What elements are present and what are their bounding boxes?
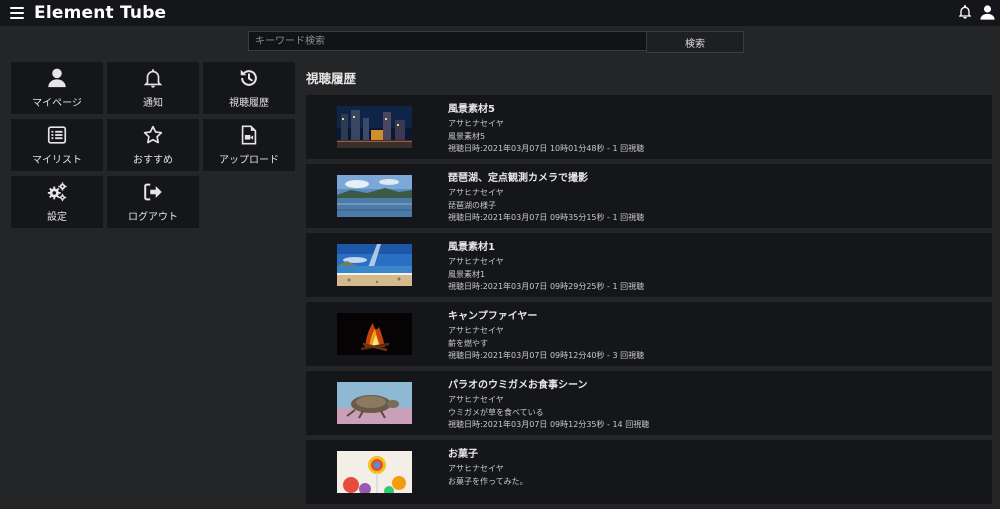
video-description: 風景素材1: [448, 269, 486, 279]
menu-item-label: おすすめ: [133, 155, 173, 166]
watch-info: 視聴日時:2021年03月07日 09時29分25秒 - 1 回視聴: [448, 282, 645, 291]
menu-item-settings[interactable]: 設定: [11, 176, 103, 228]
watch-info: 視聴日時:2021年03月07日 09時12分40秒 - 3 回視聴: [448, 351, 645, 360]
file-video-icon: [241, 125, 257, 145]
sign-out-icon: [144, 183, 162, 201]
history-item[interactable]: キャンプファイヤー アサヒナセイヤ 薪を燃やす 視聴日時:2021年03月07日…: [306, 302, 992, 366]
menu-item-mypage[interactable]: マイページ: [11, 62, 103, 114]
video-title[interactable]: 風景素材1: [448, 241, 644, 254]
menu-item-history[interactable]: 視聴履歴: [203, 62, 295, 114]
video-title[interactable]: キャンプファイヤー: [448, 310, 644, 323]
video-author: アサヒナセイヤ: [448, 257, 504, 266]
video-author: アサヒナセイヤ: [448, 395, 504, 404]
video-thumbnail[interactable]: [337, 451, 412, 493]
video-description: お菓子を作ってみた。: [448, 476, 528, 486]
video-title[interactable]: お菓子: [448, 448, 528, 461]
user-icon: [48, 68, 66, 88]
history-list: 風景素材5 アサヒナセイヤ 風景素材5 視聴日時:2021年03月07日 10時…: [306, 95, 992, 509]
video-title[interactable]: パラオのウミガメお食事シーン: [448, 379, 649, 392]
app-title[interactable]: Element Tube: [34, 3, 166, 23]
video-description: ウミガメが草を食べている: [448, 407, 544, 417]
top-bar: Element Tube: [0, 0, 1000, 26]
menu-item-recommended[interactable]: おすすめ: [107, 119, 199, 171]
video-description: 薪を燃やす: [448, 338, 488, 348]
list-icon: [47, 126, 67, 144]
menu-item-logout[interactable]: ログアウト: [107, 176, 199, 228]
video-description: 風景素材5: [448, 131, 486, 141]
search-button[interactable]: 検索: [646, 31, 744, 53]
menu-item-label: マイページ: [32, 98, 82, 109]
watch-info: 視聴日時:2021年03月07日 10時01分48秒 - 1 回視聴: [448, 144, 645, 153]
menu-item-upload[interactable]: アップロード: [203, 119, 295, 171]
history-item[interactable]: 風景素材5 アサヒナセイヤ 風景素材5 視聴日時:2021年03月07日 10時…: [306, 95, 992, 159]
video-author: アサヒナセイヤ: [448, 119, 504, 128]
history-icon: [240, 69, 257, 86]
history-item[interactable]: 風景素材1 アサヒナセイヤ 風景素材1 視聴日時:2021年03月07日 09時…: [306, 233, 992, 297]
watch-info: 視聴日時:2021年03月07日 09時12分35秒 - 14 回視聴: [448, 420, 650, 429]
history-item[interactable]: パラオのウミガメお食事シーン アサヒナセイヤ ウミガメが草を食べている 視聴日時…: [306, 371, 992, 435]
video-author: アサヒナセイヤ: [448, 326, 504, 335]
menu-item-label: 視聴履歴: [229, 98, 269, 109]
watch-info: 視聴日時:2021年03月07日 09時35分15秒 - 1 回視聴: [448, 213, 645, 222]
search-input[interactable]: [248, 31, 646, 51]
user-icon[interactable]: [978, 3, 996, 21]
history-item[interactable]: お菓子 アサヒナセイヤ お菓子を作ってみた。: [306, 440, 992, 504]
history-item[interactable]: 琵琶湖、定点観測カメラで撮影 アサヒナセイヤ 琵琶湖の様子 視聴日時:2021年…: [306, 164, 992, 228]
video-author: アサヒナセイヤ: [448, 464, 504, 473]
video-title[interactable]: 風景素材5: [448, 103, 644, 116]
top-right-actions: [956, 3, 996, 21]
video-thumbnail[interactable]: [337, 175, 412, 217]
video-author: アサヒナセイヤ: [448, 188, 504, 197]
menu-item-mylist[interactable]: マイリスト: [11, 119, 103, 171]
search-bar: 検索: [248, 31, 744, 53]
menu-icon[interactable]: [10, 7, 24, 19]
star-icon: [143, 125, 163, 144]
menu-item-label: 設定: [47, 212, 67, 223]
menu-item-label: アップロード: [219, 155, 279, 166]
bell-icon: [143, 69, 163, 88]
page-title: 視聴履歴: [306, 71, 357, 86]
menu-item-notifications[interactable]: 通知: [107, 62, 199, 114]
gears-icon: [47, 182, 67, 202]
menu-item-label: ログアウト: [128, 212, 178, 223]
video-thumbnail[interactable]: [337, 382, 412, 424]
video-thumbnail[interactable]: [337, 244, 412, 286]
video-description: 琵琶湖の様子: [448, 200, 496, 210]
menu-grid: マイページ 通知 視聴履歴 マイリスト おすすめ アップロード 設定 ログアウト: [11, 62, 295, 228]
bell-icon[interactable]: [956, 3, 974, 21]
video-thumbnail[interactable]: [337, 106, 412, 148]
video-title[interactable]: 琵琶湖、定点観測カメラで撮影: [448, 172, 644, 185]
video-thumbnail[interactable]: [337, 313, 412, 355]
menu-item-label: 通知: [143, 98, 163, 109]
menu-item-label: マイリスト: [32, 155, 82, 166]
